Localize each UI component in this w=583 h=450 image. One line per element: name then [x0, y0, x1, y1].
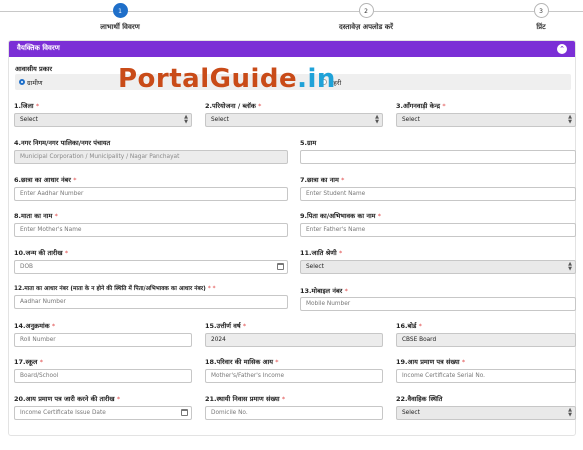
- field-label: 3.आँगनवाड़ी केन्द्र *: [396, 102, 446, 110]
- dob-input[interactable]: DOB: [14, 260, 288, 274]
- portalguide-watermark: PortalGuide.in: [118, 64, 336, 94]
- watermark-part2: .in: [297, 64, 336, 94]
- step-beneficiary-details[interactable]: 1 लाभार्थी विवरण: [60, 3, 180, 32]
- mother-name-field: 8.माता का नाम * Enter Mother's Name: [14, 211, 288, 237]
- mother-aadhar-input[interactable]: Aadhar Number: [14, 295, 288, 309]
- radio-rural[interactable]: [19, 79, 25, 85]
- select-arrows-icon: ▲ ▼: [184, 114, 188, 125]
- radio-rural-label: ग्रामीण: [27, 79, 43, 87]
- domicile-input[interactable]: Domicile No.: [205, 406, 383, 420]
- village-field: 5.ग्राम: [300, 138, 576, 164]
- income-field: 18.परिवार की मासिक आय * Mother's/Father'…: [205, 357, 383, 383]
- income-cert-no-input[interactable]: Income Certificate Serial No.: [396, 369, 576, 383]
- roll-field: 14.अनुक्रमांक * Roll Number: [14, 321, 192, 347]
- field-label: 10.जन्म की तारीख *: [14, 249, 69, 257]
- select-arrows-icon: ▲ ▼: [568, 407, 572, 418]
- marital-field: 22.वैवाहिक स्थिति Select ▲ ▼: [396, 394, 576, 420]
- watermark-part1: PortalGuide: [118, 64, 298, 94]
- field-label: 4.नगर निगम/नगर पालिका/नगर पंचायत: [14, 139, 111, 147]
- calendar-icon[interactable]: [277, 263, 284, 270]
- student-name-input[interactable]: Enter Student Name: [300, 187, 576, 201]
- father-name-field: 9.पिता का/अभिभावक का नाम * Enter Father'…: [300, 211, 576, 237]
- step-label: दस्तावेज़ अपलोड करें: [338, 23, 394, 31]
- anganwadi-select[interactable]: Select ▲ ▼: [396, 113, 576, 127]
- anganwadi-field: 3.आँगनवाड़ी केन्द्र * Select ▲ ▼: [396, 101, 576, 127]
- progress-stepper: 1 लाभार्थी विवरण 2 दस्तावेज़ अपलोड करें …: [0, 0, 583, 38]
- field-label: 12.माता का आधार नंबर (माता के न होने की …: [14, 286, 216, 292]
- caste-field: 11.जाति श्रेणी * Select ▲ ▼: [300, 248, 576, 274]
- income-cert-no-field: 19.आय प्रमाण पत्र संख्या * Income Certif…: [396, 357, 576, 383]
- step-label: प्रिंट: [536, 23, 546, 31]
- step-number: 3: [533, 3, 549, 18]
- field-label: 11.जाति श्रेणी *: [300, 249, 343, 257]
- income-cert-date-field: 20.आय प्रमाण पत्र जारी करने की तारीख * I…: [14, 394, 192, 420]
- marital-select[interactable]: Select ▲ ▼: [396, 406, 576, 420]
- municipal-input[interactable]: Municipal Corporation / Municipality / N…: [14, 150, 288, 164]
- student-aadhar-field: 6.छात्रा का आधार नंबर * Enter Aadhar Num…: [14, 175, 288, 201]
- section-header: वैयक्तिक विवरण ⌃: [9, 41, 575, 57]
- area-type-label: आवासीय प्रकार: [15, 65, 53, 73]
- field-label: 15.उत्तीर्ण वर्ष *: [205, 322, 247, 330]
- field-label: 1.जिला *: [14, 102, 40, 110]
- step-label: लाभार्थी विवरण: [100, 23, 140, 31]
- school-field: 17.स्कूल * Board/School: [14, 357, 192, 383]
- district-field: 1.जिला * Select ▲ ▼: [14, 101, 192, 127]
- student-name-field: 7.छात्रा का नाम * Enter Student Name: [300, 175, 576, 201]
- field-label: 2.परियोजना / ब्लॉक *: [205, 102, 262, 110]
- field-label: 14.अनुक्रमांक *: [14, 322, 56, 330]
- mother-aadhar-field: 12.माता का आधार नंबर (माता के न होने की …: [14, 284, 288, 309]
- field-label: 9.पिता का/अभिभावक का नाम *: [300, 212, 382, 220]
- father-name-input[interactable]: Enter Father's Name: [300, 223, 576, 237]
- project-block-select[interactable]: Select ▲ ▼: [205, 113, 383, 127]
- field-label: 20.आय प्रमाण पत्र जारी करने की तारीख *: [14, 395, 121, 403]
- dob-field: 10.जन्म की तारीख * DOB: [14, 248, 288, 274]
- calendar-icon[interactable]: [181, 409, 188, 416]
- field-label: 13.मोबाइल नंबर *: [300, 287, 348, 295]
- chevron-up-icon[interactable]: ⌃: [557, 44, 567, 54]
- district-select[interactable]: Select ▲ ▼: [14, 113, 192, 127]
- income-input[interactable]: Mother's/Father's Income: [205, 369, 383, 383]
- select-arrows-icon: ▲ ▼: [375, 114, 379, 125]
- board-field: 16.बोर्ड * CBSE Board: [396, 321, 576, 347]
- income-cert-date-input[interactable]: Income Certificate Issue Date: [14, 406, 192, 420]
- project-block-field: 2.परियोजना / ब्लॉक * Select ▲ ▼: [205, 101, 383, 127]
- pass-year-field: 15.उत्तीर्ण वर्ष * 2024: [205, 321, 383, 347]
- field-label: 17.स्कूल *: [14, 358, 43, 366]
- field-label: 21.स्थायी निवास प्रमाण संख्या *: [205, 395, 286, 403]
- student-aadhar-input[interactable]: Enter Aadhar Number: [14, 187, 288, 201]
- field-label: 7.छात्रा का नाम *: [300, 176, 345, 184]
- select-arrows-icon: ▲ ▼: [568, 261, 572, 272]
- pass-year-input[interactable]: 2024: [205, 333, 383, 347]
- select-arrows-icon: ▲ ▼: [568, 114, 572, 125]
- step-number: 2: [358, 3, 374, 18]
- field-label: 16.बोर्ड *: [396, 322, 422, 330]
- village-input[interactable]: [300, 150, 576, 164]
- roll-input[interactable]: Roll Number: [14, 333, 192, 347]
- field-label: 8.माता का नाम *: [14, 212, 58, 220]
- section-title: वैयक्तिक विवरण: [17, 44, 60, 52]
- caste-select[interactable]: Select ▲ ▼: [300, 260, 576, 274]
- mobile-input[interactable]: Mobile Number: [300, 297, 576, 311]
- mobile-field: 13.मोबाइल नंबर * Mobile Number: [300, 286, 576, 311]
- mother-name-input[interactable]: Enter Mother's Name: [14, 223, 288, 237]
- domicile-field: 21.स्थायी निवास प्रमाण संख्या * Domicile…: [205, 394, 383, 420]
- board-input[interactable]: CBSE Board: [396, 333, 576, 347]
- field-label: 6.छात्रा का आधार नंबर *: [14, 176, 77, 184]
- step-upload-documents[interactable]: 2 दस्तावेज़ अपलोड करें: [306, 3, 426, 32]
- step-number: 1: [112, 3, 128, 18]
- field-label: 22.वैवाहिक स्थिति: [396, 395, 443, 403]
- field-label: 18.परिवार की मासिक आय *: [205, 358, 279, 366]
- school-input[interactable]: Board/School: [14, 369, 192, 383]
- step-print[interactable]: 3 प्रिंट: [481, 3, 583, 32]
- field-label: 19.आय प्रमाण पत्र संख्या *: [396, 358, 466, 366]
- field-label: 5.ग्राम: [300, 139, 317, 147]
- municipal-field: 4.नगर निगम/नगर पालिका/नगर पंचायत Municip…: [14, 138, 288, 164]
